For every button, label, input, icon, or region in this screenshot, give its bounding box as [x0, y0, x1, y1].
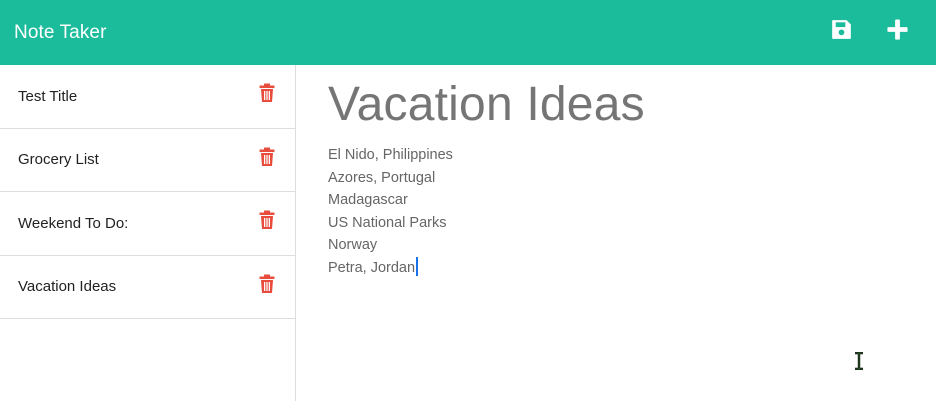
note-list-item-weekend-to-do[interactable]: Weekend To Do:: [0, 192, 295, 256]
plus-icon: [886, 18, 908, 40]
note-list-item-title: Grocery List: [18, 151, 99, 169]
note-text-line: Petra, Jordan: [328, 259, 416, 276]
app-title: Note Taker: [14, 21, 107, 43]
ibeam-cursor-icon: [855, 352, 863, 370]
note-text-line: Norway: [328, 237, 378, 253]
note-text-line: Azores, Portugal: [328, 169, 436, 186]
note-text-line: US National Parks: [328, 214, 447, 231]
note-text-area[interactable]: El Nido, Philippines Azores, Portugal Ma…: [328, 144, 453, 279]
note-title-input[interactable]: Vacation Ideas: [328, 77, 645, 132]
note-text-line: Madagascar: [328, 192, 408, 208]
note-list-item-grocery-list[interactable]: Grocery List: [0, 129, 295, 192]
note-editor[interactable]: Vacation Ideas El Nido, Philippines Azor…: [296, 65, 936, 401]
trash-icon[interactable]: [259, 210, 275, 230]
trash-icon[interactable]: [259, 83, 275, 103]
note-list: Test Title Grocery List Weekend To Do: V…: [0, 65, 296, 401]
trash-icon[interactable]: [259, 274, 275, 294]
note-list-item-title: Vacation Ideas: [18, 278, 117, 296]
trash-icon[interactable]: [259, 147, 275, 167]
note-list-item-title: Weekend To Do:: [18, 214, 129, 232]
navbar: Note Taker: [0, 0, 936, 65]
new-note-button[interactable]: [884, 16, 910, 42]
note-list-item-title: Test Title: [18, 87, 78, 105]
note-text-line-last: Petra, Jordan: [328, 256, 453, 280]
note-list-item-vacation-ideas[interactable]: Vacation Ideas: [0, 256, 295, 319]
note-list-item-test-title[interactable]: Test Title: [0, 65, 295, 129]
save-note-button[interactable]: [828, 16, 854, 42]
note-text-line: El Nido, Philippines: [328, 147, 453, 163]
text-caret: [416, 256, 419, 276]
nav-actions: [828, 16, 910, 42]
save-icon: [831, 19, 851, 39]
